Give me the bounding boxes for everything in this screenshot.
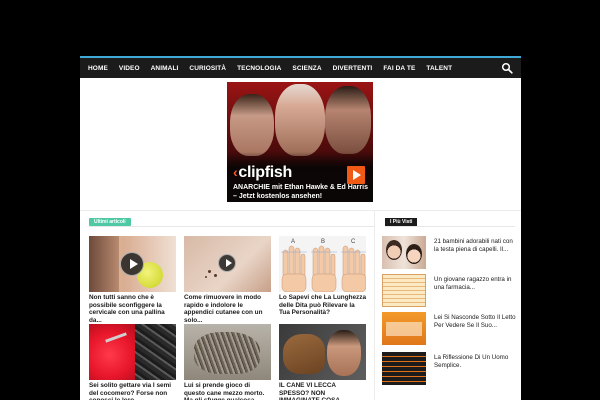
article-thumbnail[interactable] — [89, 324, 176, 380]
ad-brand: clipfish — [238, 164, 292, 181]
sidebar-thumbnail[interactable] — [382, 274, 426, 307]
finger-label-b: B — [321, 239, 325, 245]
ad-actor-portrait-right — [325, 86, 371, 154]
sidebar-list-item[interactable]: 21 bambini adorabili nati con la testa p… — [382, 236, 518, 272]
dog-head-shape — [283, 334, 325, 374]
article-title[interactable]: Come rimuovere in modo rapido e indolore… — [184, 294, 271, 324]
nav-item-tecnologia[interactable]: TECNOLOGIA — [237, 65, 281, 72]
article-thumbnail[interactable]: A B C — [279, 236, 366, 292]
ad-actor-portrait-center — [275, 84, 325, 156]
most-viewed-rule — [385, 226, 515, 227]
ad-actor-portrait-left — [230, 94, 274, 156]
article-thumbnail[interactable] — [184, 236, 271, 292]
sidebar-thumbnail[interactable] — [382, 312, 426, 345]
sidebar-thumbnail[interactable] — [382, 236, 426, 269]
site-container: HOME VIDEO ANIMALI CURIOSITÀ TECNOLOGIA … — [80, 56, 521, 400]
article-thumbnail[interactable] — [89, 236, 176, 292]
nav-item-animali[interactable]: ANIMALI — [151, 65, 179, 72]
advertisement-banner[interactable]: ‹clipfish ANARCHIE mit Ethan Hawke & Ed … — [227, 82, 373, 202]
nav-item-talent[interactable]: TALENT — [426, 65, 452, 72]
ad-headline: ANARCHIE mit Ethan Hawke & Ed Harris – J… — [233, 184, 368, 200]
nav-item-curiosita[interactable]: CURIOSITÀ — [189, 65, 226, 72]
section-divider — [80, 210, 521, 211]
nav-item-divertenti[interactable]: DIVERTENTI — [333, 65, 373, 72]
article-title[interactable]: Non tutti sanno che è possibile sconfigg… — [89, 294, 176, 324]
latest-articles-rule — [89, 226, 374, 227]
nav-item-fai-da-te[interactable]: FAI DA TE — [383, 65, 415, 72]
nav-item-scienza[interactable]: SCIENZA — [292, 65, 321, 72]
article-title[interactable]: Lo Sapevi che La Lunghezza delle Dita pu… — [279, 294, 366, 317]
play-icon[interactable] — [120, 252, 144, 276]
sidebar-list-item[interactable]: La Riflessione Di Un Uomo Semplice. — [382, 352, 518, 388]
article-thumbnail[interactable] — [279, 324, 366, 380]
fingers-illustration: A B C — [281, 239, 366, 292]
ad-logo: ‹clipfish — [233, 164, 292, 182]
article-title[interactable]: IL CANE VI LECCA SPESSO? NON IMMAGINATE … — [279, 382, 366, 400]
sidebar-item-title[interactable]: Lei Si Nasconde Sotto Il Letto Per Veder… — [434, 314, 518, 329]
nav-menu: HOME VIDEO ANIMALI CURIOSITÀ TECNOLOGIA … — [88, 58, 463, 78]
main-navigation: HOME VIDEO ANIMALI CURIOSITÀ TECNOLOGIA … — [80, 56, 521, 78]
latest-articles-label: Ultimi articoli — [89, 218, 131, 226]
search-icon[interactable] — [501, 62, 513, 74]
article-title[interactable]: Lui si prende gioco di questo cane mezzo… — [184, 382, 271, 400]
man-face-shape — [327, 330, 361, 376]
play-icon[interactable] — [218, 254, 236, 272]
sidebar-thumbnail[interactable] — [382, 352, 426, 385]
nav-item-video[interactable]: VIDEO — [119, 65, 140, 72]
sidebar-item-title[interactable]: 21 bambini adorabili nati con la testa p… — [434, 238, 518, 253]
article-thumbnail[interactable] — [184, 324, 271, 380]
watermelon-shape — [89, 324, 135, 380]
article-title[interactable]: Sei solito gettare via I semi del cocome… — [89, 382, 176, 400]
hair-shape — [89, 236, 119, 292]
sidebar-item-title[interactable]: Un giovane ragazzo entra in una farmacia… — [434, 276, 518, 291]
most-viewed-label: I Più Visti — [385, 218, 418, 226]
finger-label-a: A — [291, 239, 295, 245]
clipfish-mark-icon: ‹ — [233, 164, 238, 180]
seeds-shape — [135, 324, 176, 380]
finger-label-c: C — [351, 239, 356, 245]
dog-shape — [194, 332, 260, 374]
play-icon[interactable] — [347, 166, 365, 184]
sidebar-item-title[interactable]: La Riflessione Di Un Uomo Semplice. — [434, 354, 518, 369]
sidebar-divider — [374, 210, 375, 400]
nav-item-home[interactable]: HOME — [88, 65, 108, 72]
sidebar-list-item[interactable]: Un giovane ragazzo entra in una farmacia… — [382, 274, 518, 310]
sidebar-list-item[interactable]: Lei Si Nasconde Sotto Il Letto Per Veder… — [382, 312, 518, 348]
